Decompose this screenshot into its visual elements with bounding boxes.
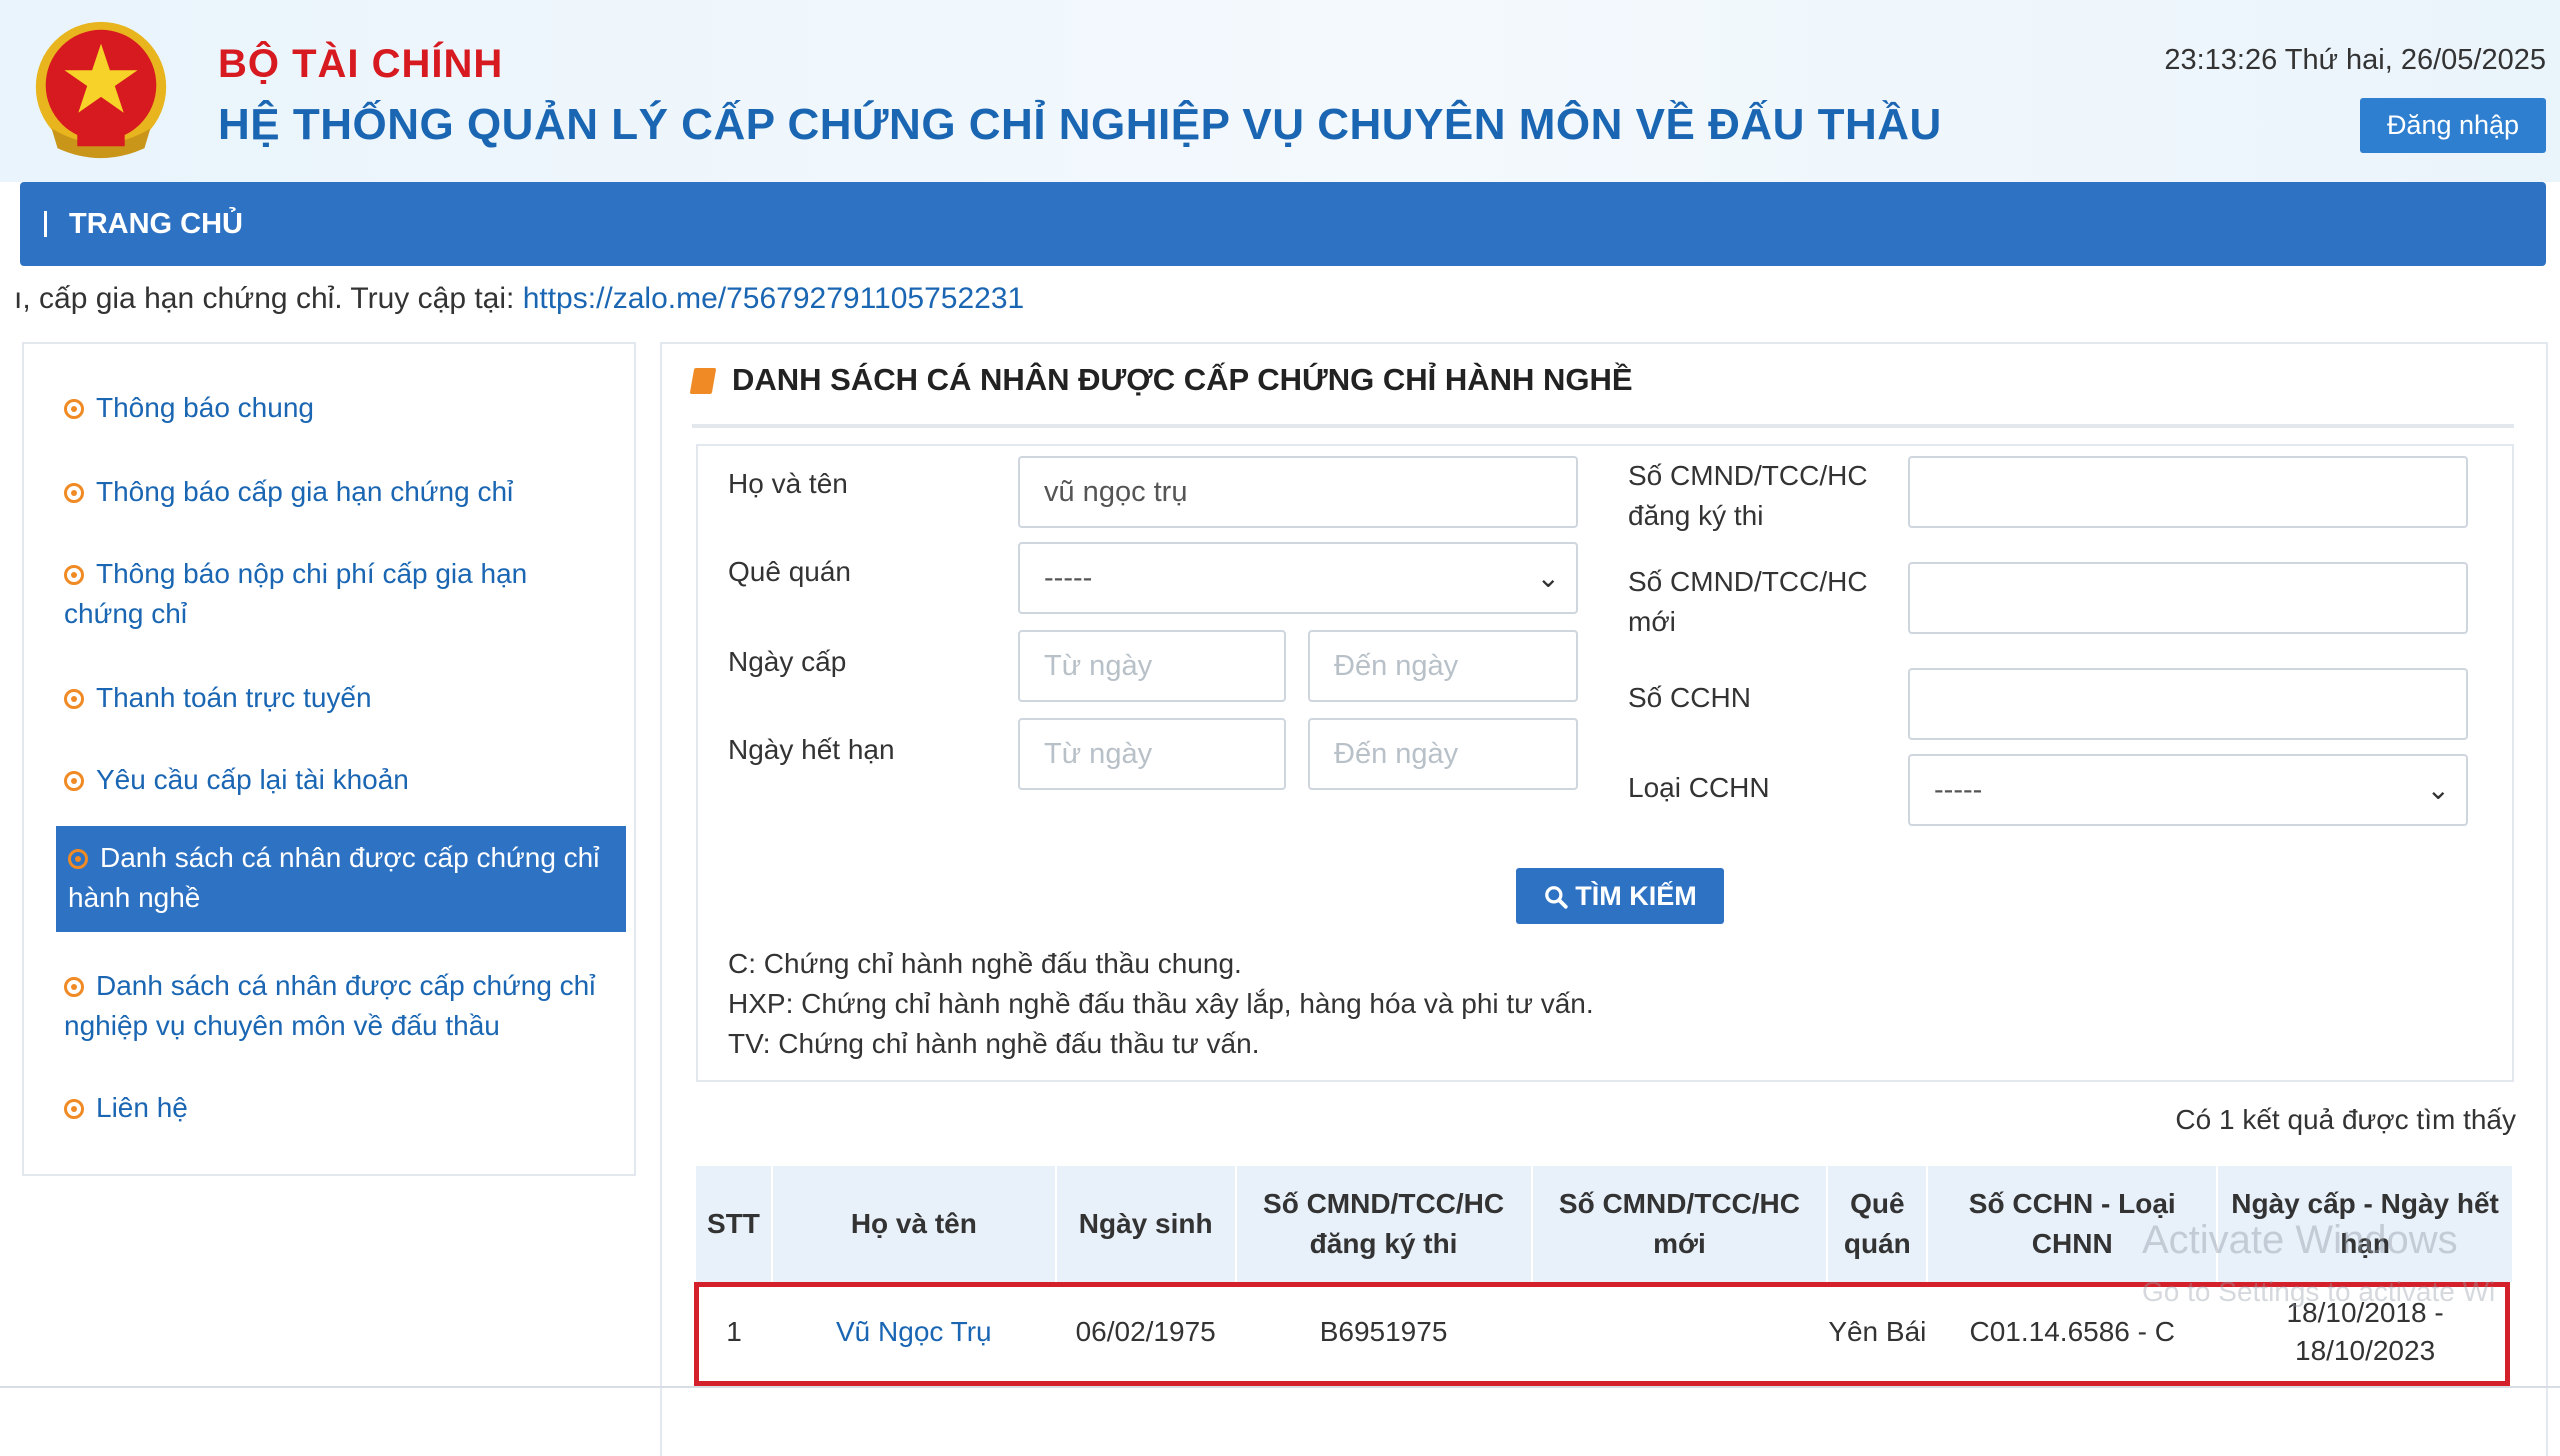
bullet-icon [64, 977, 84, 997]
sidebar-item-fee-notice[interactable]: Thông báo nộp chi phí cấp gia hạn chứng … [64, 554, 604, 634]
org-name: BỘ TÀI CHÍNH [218, 42, 504, 86]
result-count: Có 1 kết quả được tìm thấy [2175, 1104, 2516, 1135]
sidebar-item-online-payment[interactable]: Thanh toán trực tuyến [64, 678, 604, 718]
issue-date-label: Ngày cấp [728, 646, 847, 677]
sidebar-menu: Thông báo chung Thông báo cấp gia hạn ch… [22, 342, 636, 1176]
sidebar-item-renewal-notice[interactable]: Thông báo cấp gia hạn chứng chỉ [64, 472, 604, 512]
cert-type-select[interactable]: ----- ⌄ [1908, 754, 2468, 826]
bullet-icon [64, 483, 84, 503]
issue-to-input[interactable]: Đến ngày [1308, 630, 1578, 702]
id-exam-input[interactable] [1908, 456, 2468, 528]
cert-number-label: Số CCHN [1628, 682, 1751, 713]
chevron-down-icon: ⌄ [1536, 562, 1560, 593]
bottom-divider [0, 1386, 2560, 1388]
windows-watermark-subtitle: Go to Settings to activate Wi [2142, 1276, 2496, 1307]
login-button[interactable]: Đăng nhập [2360, 98, 2546, 153]
windows-watermark-title: Activate Windows [2142, 1218, 2458, 1262]
sidebar-item-label: Danh sách cá nhân được cấp chứng chỉ ngh… [64, 970, 596, 1041]
name-input[interactable]: vũ ngọc trụ [1018, 456, 1578, 528]
search-button[interactable]: TÌM KIẾM [1516, 868, 1724, 924]
cert-type-selected: ----- [1934, 774, 1983, 806]
cert-type-label: Loại CCHN [1628, 772, 1770, 803]
col-header-id-exam: Số CMND/TCC/HC đăng ký thi [1235, 1166, 1533, 1282]
cert-number-input[interactable] [1908, 668, 2468, 740]
search-form: Họ và tên vũ ngọc trụ Quê quán ----- ⌄ Ng… [696, 444, 2514, 1082]
nav-home-label: TRANG CHỦ [69, 207, 243, 240]
bullet-icon [64, 399, 84, 419]
page-title-text: DANH SÁCH CÁ NHÂN ĐƯỢC CẤP CHỨNG CHỈ HÀN… [732, 362, 1633, 397]
id-new-input[interactable] [1908, 562, 2468, 634]
hometown-selected: ----- [1044, 562, 1093, 594]
bullet-icon [68, 849, 88, 869]
col-header-hometown: Quê quán [1827, 1166, 1929, 1282]
issue-from-input[interactable]: Từ ngày [1018, 630, 1286, 702]
expiry-to-input[interactable]: Đến ngày [1308, 718, 1578, 790]
title-divider [692, 424, 2514, 428]
name-label: Họ và tên [728, 468, 848, 499]
sidebar-item-label: Danh sách cá nhân được cấp chứng chỉ hàn… [68, 842, 600, 913]
bullet-icon [64, 565, 84, 585]
search-button-label: TÌM KIẾM [1575, 880, 1697, 911]
sidebar-item-general-notice[interactable]: Thông báo chung [64, 388, 604, 428]
sidebar-item-label: Thanh toán trực tuyến [96, 682, 372, 713]
hometown-select[interactable]: ----- ⌄ [1018, 542, 1578, 614]
notice-text: ı, cấp gia hạn chứng chỉ. Truy cập tại: [14, 282, 523, 315]
sidebar-item-practice-cert-list[interactable]: Danh sách cá nhân được cấp chứng chỉ hàn… [56, 826, 626, 932]
page-title: DANH SÁCH CÁ NHÂN ĐƯỢC CẤP CHỨNG CHỈ HÀN… [689, 362, 1633, 398]
sidebar-item-label: Liên hệ [96, 1092, 188, 1123]
sidebar-item-contact[interactable]: Liên hệ [64, 1088, 604, 1128]
col-header-stt: STT [696, 1166, 773, 1282]
col-header-id-new: Số CMND/TCC/HC mới [1531, 1166, 1829, 1282]
col-header-name: Họ và tên [771, 1166, 1057, 1282]
nav-divider [44, 210, 47, 237]
cert-type-note-tv: TV: Chứng chỉ hành nghề đấu thầu tư vấn. [728, 1028, 1260, 1059]
sidebar-item-account-request[interactable]: Yêu cầu cấp lại tài khoản [64, 760, 604, 800]
sidebar-item-label: Yêu cầu cấp lại tài khoản [96, 764, 409, 795]
bullet-icon [64, 1099, 84, 1119]
search-icon [1545, 885, 1568, 909]
sidebar-item-label: Thông báo chung [96, 392, 314, 423]
nav-home[interactable]: TRANG CHỦ [20, 208, 243, 241]
sidebar-item-label: Thông báo nộp chi phí cấp gia hạn chứng … [64, 558, 528, 629]
col-header-dob: Ngày sinh [1055, 1166, 1237, 1282]
main-navbar: TRANG CHỦ [20, 182, 2546, 266]
chevron-down-icon: ⌄ [2426, 774, 2450, 805]
hometown-label: Quê quán [728, 556, 851, 587]
zalo-link[interactable]: https://zalo.me/756792791105752231 [523, 282, 1025, 315]
cert-type-note-c: C: Chứng chỉ hành nghề đấu thầu chung. [728, 948, 1242, 979]
expiry-from-input[interactable]: Từ ngày [1018, 718, 1286, 790]
datetime-display: 23:13:26 Thứ hai, 26/05/2025 [2164, 44, 2546, 76]
cert-type-note-hxp: HXP: Chứng chỉ hành nghề đấu thầu xây lắ… [728, 988, 1594, 1019]
notice-marquee: ı, cấp gia hạn chứng chỉ. Truy cập tại: … [14, 282, 1024, 316]
book-icon [689, 368, 717, 394]
expiry-date-label: Ngày hết hạn [728, 734, 895, 765]
site-header: BỘ TÀI CHÍNH HỆ THỐNG QUẢN LÝ CẤP CHỨNG … [0, 0, 2560, 182]
sidebar-item-label: Thông báo cấp gia hạn chứng chỉ [96, 476, 514, 507]
bullet-icon [64, 689, 84, 709]
id-new-label: Số CMND/TCC/HC mới [1628, 566, 1868, 637]
bullet-icon [64, 771, 84, 791]
system-name: HỆ THỐNG QUẢN LÝ CẤP CHỨNG CHỈ NGHIỆP VỤ… [218, 100, 1942, 149]
sidebar-item-professional-cert-list[interactable]: Danh sách cá nhân được cấp chứng chỉ ngh… [64, 966, 604, 1046]
id-exam-label: Số CMND/TCC/HC đăng ký thi [1628, 460, 1868, 531]
national-emblem-logo [35, 21, 167, 159]
